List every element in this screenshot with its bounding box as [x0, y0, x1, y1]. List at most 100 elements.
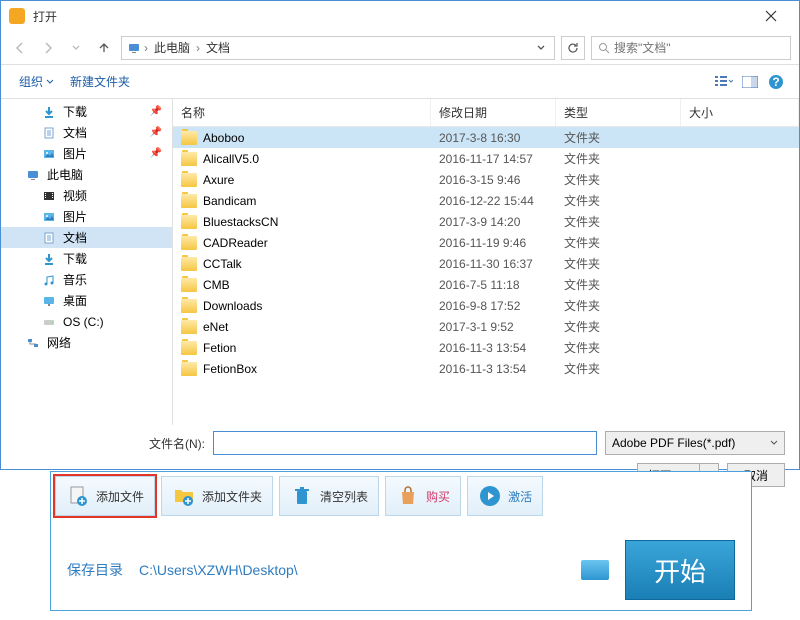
app-panel: 添加文件 添加文件夹 清空列表 购买 激活 保存目录 C:\Users\XZWH… — [50, 471, 752, 611]
file-row[interactable]: Aboboo2017-3-8 16:30文件夹 — [173, 127, 799, 148]
col-size[interactable]: 大小 — [681, 99, 799, 126]
file-date: 2016-11-3 13:54 — [431, 341, 556, 355]
file-row[interactable]: eNet2017-3-1 9:52文件夹 — [173, 316, 799, 337]
save-dir-label: 保存目录 — [67, 560, 123, 580]
app-toolbar: 添加文件 添加文件夹 清空列表 购买 激活 — [51, 472, 751, 520]
address-dropdown[interactable] — [532, 43, 550, 53]
folder-icon — [181, 320, 197, 334]
file-date: 2016-11-19 9:46 — [431, 236, 556, 250]
search-input[interactable] — [614, 41, 784, 55]
buy-button[interactable]: 购买 — [385, 476, 461, 516]
file-row[interactable]: FetionBox2016-11-3 13:54文件夹 — [173, 358, 799, 379]
sidebar-item-label: 文档 — [63, 229, 87, 246]
activate-button[interactable]: 激活 — [467, 476, 543, 516]
preview-icon — [742, 76, 758, 88]
filetype-filter[interactable]: Adobe PDF Files(*.pdf) — [605, 431, 785, 455]
file-row[interactable]: BluestacksCN2017-3-9 14:20文件夹 — [173, 211, 799, 232]
doc-icon — [41, 230, 57, 246]
close-icon — [765, 10, 777, 22]
add-folder-button[interactable]: 添加文件夹 — [161, 476, 273, 516]
sidebar-item[interactable]: OS (C:) — [1, 311, 172, 332]
file-row[interactable]: CCTalk2016-11-30 16:37文件夹 — [173, 253, 799, 274]
sidebar-item[interactable]: 下载📌 — [1, 101, 172, 122]
file-type: 文件夹 — [556, 192, 681, 209]
net-icon — [25, 335, 41, 351]
clear-list-button[interactable]: 清空列表 — [279, 476, 379, 516]
file-type: 文件夹 — [556, 213, 681, 230]
sidebar-item[interactable]: 音乐 — [1, 269, 172, 290]
file-name: eNet — [203, 320, 228, 334]
file-date: 2016-9-8 17:52 — [431, 299, 556, 313]
start-button[interactable]: 开始 — [625, 540, 735, 600]
file-name: CADReader — [203, 236, 268, 250]
sidebar-item[interactable]: 文档📌 — [1, 122, 172, 143]
file-type: 文件夹 — [556, 171, 681, 188]
sidebar-item-label: 音乐 — [63, 271, 87, 288]
up-button[interactable] — [93, 37, 115, 59]
doc-icon — [41, 125, 57, 141]
breadcrumb-root[interactable]: 此电脑 — [150, 39, 194, 56]
folder-icon — [181, 236, 197, 250]
file-date: 2017-3-9 14:20 — [431, 215, 556, 229]
file-row[interactable]: Downloads2016-9-8 17:52文件夹 — [173, 295, 799, 316]
sidebar-item[interactable]: 下载 — [1, 248, 172, 269]
file-name: Bandicam — [203, 194, 256, 208]
trash-icon — [290, 484, 314, 508]
col-date[interactable]: 修改日期 — [431, 99, 556, 126]
organize-menu[interactable]: 组织 — [11, 69, 62, 94]
refresh-icon — [566, 41, 580, 55]
search-box[interactable] — [591, 36, 791, 60]
file-row[interactable]: AlicallV5.02016-11-17 14:57文件夹 — [173, 148, 799, 169]
folder-icon — [181, 173, 197, 187]
new-folder-button[interactable]: 新建文件夹 — [62, 69, 138, 94]
close-button[interactable] — [751, 2, 791, 30]
list-body: Aboboo2017-3-8 16:30文件夹AlicallV5.02016-1… — [173, 127, 799, 425]
filename-input[interactable] — [213, 431, 597, 455]
sidebar-item[interactable]: 文档 — [1, 227, 172, 248]
sidebar-item[interactable]: 图片 — [1, 206, 172, 227]
breadcrumb-folder[interactable]: 文档 — [202, 39, 234, 56]
preview-pane-button[interactable] — [737, 71, 763, 93]
file-name: Downloads — [203, 299, 262, 313]
file-name: CCTalk — [203, 257, 242, 271]
bag-icon — [396, 484, 420, 508]
file-row[interactable]: CADReader2016-11-19 9:46文件夹 — [173, 232, 799, 253]
sidebar-item[interactable]: 视频 — [1, 185, 172, 206]
file-name: Axure — [203, 173, 234, 187]
arrow-up-icon — [97, 41, 111, 55]
sidebar-item[interactable]: 图片📌 — [1, 143, 172, 164]
help-button[interactable]: ? — [763, 71, 789, 93]
sidebar-item-label: 桌面 — [63, 292, 87, 309]
desktop-icon — [41, 293, 57, 309]
save-dir-path: C:\Users\XZWH\Desktop\ — [139, 562, 565, 578]
sidebar-item[interactable]: 桌面 — [1, 290, 172, 311]
recent-dropdown[interactable] — [65, 37, 87, 59]
chevron-down-icon — [46, 78, 54, 86]
forward-button[interactable] — [37, 37, 59, 59]
folder-icon — [181, 152, 197, 166]
file-date: 2016-7-5 11:18 — [431, 278, 556, 292]
help-icon: ? — [768, 74, 784, 90]
add-file-button[interactable]: 添加文件 — [55, 476, 155, 516]
browse-folder-button[interactable] — [581, 560, 609, 580]
file-row[interactable]: Fetion2016-11-3 13:54文件夹 — [173, 337, 799, 358]
file-date: 2016-12-22 15:44 — [431, 194, 556, 208]
sidebar-item[interactable]: 此电脑 — [1, 164, 172, 185]
sidebar-item[interactable]: 网络 — [1, 332, 172, 353]
file-row[interactable]: Axure2016-3-15 9:46文件夹 — [173, 169, 799, 190]
refresh-button[interactable] — [561, 36, 585, 60]
app-icon — [9, 8, 25, 24]
view-mode-button[interactable] — [711, 71, 737, 93]
file-row[interactable]: Bandicam 2016-12-22 15:44文件夹 — [173, 190, 799, 211]
file-name: FetionBox — [203, 362, 257, 376]
breadcrumb-sep: › — [142, 41, 150, 55]
col-name[interactable]: 名称 — [173, 99, 431, 126]
file-date: 2017-3-1 9:52 — [431, 320, 556, 334]
sidebar-item-label: 视频 — [63, 187, 87, 204]
file-date: 2016-11-3 13:54 — [431, 362, 556, 376]
address-bar[interactable]: › 此电脑 › 文档 — [121, 36, 555, 60]
file-date: 2016-11-17 14:57 — [431, 152, 556, 166]
back-button[interactable] — [9, 37, 31, 59]
col-type[interactable]: 类型 — [556, 99, 681, 126]
file-row[interactable]: CMB2016-7-5 11:18文件夹 — [173, 274, 799, 295]
